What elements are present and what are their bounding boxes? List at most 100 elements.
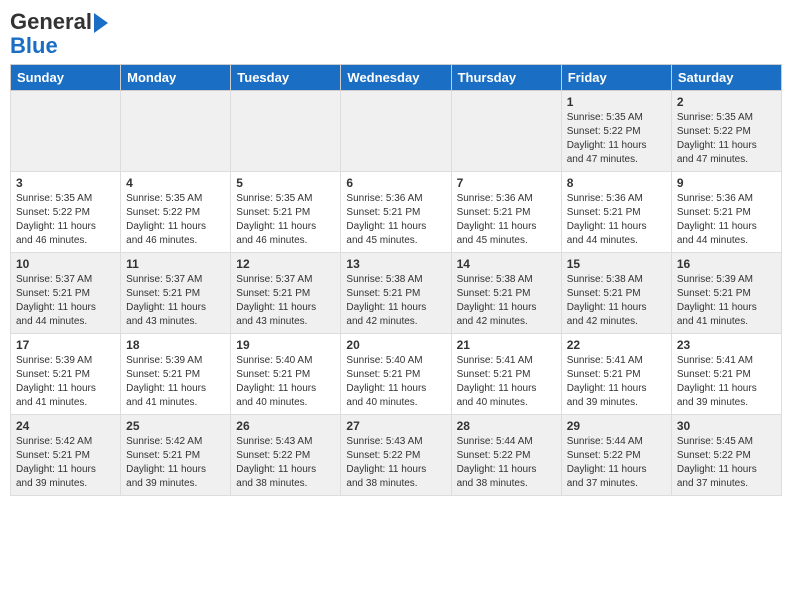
day-cell: 19 Sunrise: 5:40 AM Sunset: 5:21 PM Dayli… [231,334,341,415]
day-number: 2 [677,95,776,109]
day-cell: 1 Sunrise: 5:35 AM Sunset: 5:22 PM Daylig… [561,91,671,172]
day-cell [451,91,561,172]
day-number: 25 [126,419,225,433]
day-cell [121,91,231,172]
day-number: 29 [567,419,666,433]
day-number: 1 [567,95,666,109]
day-info: Sunrise: 5:39 AM Sunset: 5:21 PM Dayligh… [126,354,225,410]
day-info: Sunrise: 5:35 AM Sunset: 5:22 PM Dayligh… [677,111,776,167]
day-cell [341,91,451,172]
day-cell: 15Sunrise: 5:38 AM Sunset: 5:21 PM Dayli… [561,253,671,334]
day-info: Sunrise: 5:44 AM Sunset: 5:22 PM Dayligh… [457,435,556,491]
logo-text: General [10,10,108,34]
day-cell: 27Sunrise: 5:43 AM Sunset: 5:22 PM Dayli… [341,415,451,496]
day-info: Sunrise: 5:43 AM Sunset: 5:22 PM Dayligh… [236,435,335,491]
header-cell-tuesday: Tuesday [231,65,341,91]
day-info: Sunrise: 5:42 AM Sunset: 5:21 PM Dayligh… [16,435,115,491]
header: General Blue [10,10,782,58]
day-number: 22 [567,338,666,352]
day-number: 28 [457,419,556,433]
day-cell: 12 Sunrise: 5:37 AM Sunset: 5:21 PM Dayli… [231,253,341,334]
day-number: 11 [126,257,225,271]
day-number: 18 [126,338,225,352]
day-number: 26 [236,419,335,433]
day-cell: 14Sunrise: 5:38 AM Sunset: 5:21 PM Dayli… [451,253,561,334]
day-info: Sunrise: 5:37 AM Sunset: 5:21 PM Dayligh… [236,273,335,329]
day-cell: 28 Sunrise: 5:44 AM Sunset: 5:22 PM Dayli… [451,415,561,496]
day-number: 10 [16,257,115,271]
day-cell: 2 Sunrise: 5:35 AM Sunset: 5:22 PM Daylig… [671,91,781,172]
day-cell [231,91,341,172]
day-cell: 25 Sunrise: 5:42 AM Sunset: 5:21 PM Dayli… [121,415,231,496]
calendar-table: SundayMondayTuesdayWednesdayThursdayFrid… [10,64,782,496]
day-number: 24 [16,419,115,433]
day-info: Sunrise: 5:35 AM Sunset: 5:22 PM Dayligh… [16,192,115,248]
header-cell-friday: Friday [561,65,671,91]
day-number: 20 [346,338,445,352]
week-row-2: 3 Sunrise: 5:35 AM Sunset: 5:22 PM Daylig… [11,172,782,253]
day-cell: 24 Sunrise: 5:42 AM Sunset: 5:21 PM Dayli… [11,415,121,496]
header-row: SundayMondayTuesdayWednesdayThursdayFrid… [11,65,782,91]
day-number: 14 [457,257,556,271]
day-number: 3 [16,176,115,190]
day-cell: 17 Sunrise: 5:39 AM Sunset: 5:21 PM Dayli… [11,334,121,415]
day-cell: 10 Sunrise: 5:37 AM Sunset: 5:21 PM Dayli… [11,253,121,334]
day-info: Sunrise: 5:37 AM Sunset: 5:21 PM Dayligh… [126,273,225,329]
day-info: Sunrise: 5:36 AM Sunset: 5:21 PM Dayligh… [346,192,445,248]
day-cell [11,91,121,172]
day-info: Sunrise: 5:42 AM Sunset: 5:21 PM Dayligh… [126,435,225,491]
header-cell-sunday: Sunday [11,65,121,91]
day-info: Sunrise: 5:39 AM Sunset: 5:21 PM Dayligh… [677,273,776,329]
day-info: Sunrise: 5:41 AM Sunset: 5:21 PM Dayligh… [677,354,776,410]
calendar-body: 1 Sunrise: 5:35 AM Sunset: 5:22 PM Daylig… [11,91,782,496]
day-cell: 8 Sunrise: 5:36 AM Sunset: 5:21 PM Daylig… [561,172,671,253]
day-number: 27 [346,419,445,433]
header-cell-monday: Monday [121,65,231,91]
week-row-3: 10 Sunrise: 5:37 AM Sunset: 5:21 PM Dayli… [11,253,782,334]
day-number: 23 [677,338,776,352]
day-number: 7 [457,176,556,190]
day-number: 12 [236,257,335,271]
header-cell-thursday: Thursday [451,65,561,91]
day-number: 13 [346,257,445,271]
day-number: 4 [126,176,225,190]
day-cell: 26 Sunrise: 5:43 AM Sunset: 5:22 PM Dayli… [231,415,341,496]
day-cell: 6 Sunrise: 5:36 AM Sunset: 5:21 PM Daylig… [341,172,451,253]
day-cell: 11 Sunrise: 5:37 AM Sunset: 5:21 PM Dayli… [121,253,231,334]
day-number: 15 [567,257,666,271]
day-info: Sunrise: 5:41 AM Sunset: 5:21 PM Dayligh… [457,354,556,410]
day-cell: 21Sunrise: 5:41 AM Sunset: 5:21 PM Dayli… [451,334,561,415]
header-cell-saturday: Saturday [671,65,781,91]
day-info: Sunrise: 5:44 AM Sunset: 5:22 PM Dayligh… [567,435,666,491]
header-cell-wednesday: Wednesday [341,65,451,91]
logo: General Blue [10,10,108,58]
day-cell: 4 Sunrise: 5:35 AM Sunset: 5:22 PM Daylig… [121,172,231,253]
day-info: Sunrise: 5:40 AM Sunset: 5:21 PM Dayligh… [346,354,445,410]
day-number: 5 [236,176,335,190]
day-info: Sunrise: 5:35 AM Sunset: 5:21 PM Dayligh… [236,192,335,248]
day-cell: 7 Sunrise: 5:36 AM Sunset: 5:21 PM Daylig… [451,172,561,253]
day-cell: 9Sunrise: 5:36 AM Sunset: 5:21 PM Daylig… [671,172,781,253]
day-info: Sunrise: 5:35 AM Sunset: 5:22 PM Dayligh… [126,192,225,248]
day-info: Sunrise: 5:36 AM Sunset: 5:21 PM Dayligh… [567,192,666,248]
day-info: Sunrise: 5:36 AM Sunset: 5:21 PM Dayligh… [457,192,556,248]
day-info: Sunrise: 5:37 AM Sunset: 5:21 PM Dayligh… [16,273,115,329]
week-row-4: 17 Sunrise: 5:39 AM Sunset: 5:21 PM Dayli… [11,334,782,415]
day-number: 16 [677,257,776,271]
week-row-5: 24 Sunrise: 5:42 AM Sunset: 5:21 PM Dayli… [11,415,782,496]
day-number: 19 [236,338,335,352]
day-info: Sunrise: 5:38 AM Sunset: 5:21 PM Dayligh… [346,273,445,329]
logo-blue: Blue [10,34,58,58]
day-number: 17 [16,338,115,352]
day-info: Sunrise: 5:40 AM Sunset: 5:21 PM Dayligh… [236,354,335,410]
day-cell: 5 Sunrise: 5:35 AM Sunset: 5:21 PM Daylig… [231,172,341,253]
day-info: Sunrise: 5:39 AM Sunset: 5:21 PM Dayligh… [16,354,115,410]
day-number: 8 [567,176,666,190]
day-cell: 13 Sunrise: 5:38 AM Sunset: 5:21 PM Dayli… [341,253,451,334]
day-number: 6 [346,176,445,190]
day-cell: 18 Sunrise: 5:39 AM Sunset: 5:21 PM Dayli… [121,334,231,415]
day-cell: 20 Sunrise: 5:40 AM Sunset: 5:21 PM Dayli… [341,334,451,415]
day-info: Sunrise: 5:45 AM Sunset: 5:22 PM Dayligh… [677,435,776,491]
day-info: Sunrise: 5:35 AM Sunset: 5:22 PM Dayligh… [567,111,666,167]
calendar-header: SundayMondayTuesdayWednesdayThursdayFrid… [11,65,782,91]
